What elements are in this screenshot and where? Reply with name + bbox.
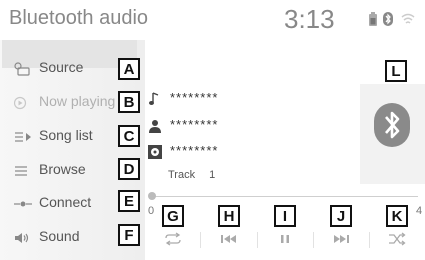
callout-a: A [118, 58, 140, 80]
next-track-icon[interactable] [331, 232, 351, 246]
callout-l: L [385, 60, 407, 82]
previous-track-icon[interactable] [219, 232, 239, 246]
sidebar-item-label: Sound [39, 228, 80, 244]
album-art [360, 84, 425, 184]
sidebar-item-now-playing[interactable]: Now playing [14, 91, 115, 115]
album-icon [148, 145, 162, 159]
track-label: Track [168, 169, 196, 181]
now-playing-icon [14, 96, 27, 110]
source-icon [14, 62, 30, 76]
divider [257, 232, 258, 248]
artist-name: ******** [170, 117, 219, 132]
callout-k: K [386, 205, 408, 227]
song-title: ******** [170, 90, 219, 105]
connect-icon [14, 201, 32, 207]
browse-icon [15, 166, 27, 176]
repeat-icon[interactable] [163, 232, 183, 246]
album-name: ******** [170, 143, 219, 158]
sidebar-item-label: Now playing [39, 93, 116, 109]
elapsed-time: 0 [148, 205, 155, 217]
callout-f: F [118, 224, 140, 246]
song-list-icon [15, 132, 31, 142]
callout-h: H [218, 205, 240, 227]
pause-icon[interactable] [275, 232, 295, 246]
progress-bar[interactable] [150, 196, 418, 197]
clock: 3:13 [284, 4, 335, 34]
battery-icon [369, 12, 377, 26]
sound-icon [15, 233, 29, 243]
callout-e: E [118, 190, 140, 212]
sidebar-item-source[interactable]: Source [14, 57, 109, 81]
signal-icon [401, 13, 415, 24]
bluetooth-icon [374, 103, 410, 147]
total-time: 4 [416, 205, 423, 217]
divider [200, 232, 201, 248]
sidebar-item-connect[interactable]: Connect [14, 192, 109, 216]
header: Bluetooth audio 3:13 [0, 0, 425, 40]
callout-i: I [274, 205, 296, 227]
sidebar-item-label: Connect [39, 194, 92, 210]
divider [313, 232, 314, 248]
callout-b: B [118, 91, 140, 113]
track-number: 1 [209, 169, 216, 181]
progress-knob[interactable] [148, 192, 156, 200]
callout-j: J [330, 205, 352, 227]
sidebar-item-label: Song list [39, 127, 93, 143]
divider [369, 232, 370, 248]
callout-c: C [118, 125, 140, 147]
artist-icon [149, 120, 161, 133]
callout-g: G [162, 205, 184, 227]
music-note-icon [149, 92, 159, 105]
track-info: Track 1 [168, 169, 229, 181]
sidebar-item-song-list[interactable]: Song list [14, 125, 109, 149]
sidebar-item-sound[interactable]: Sound [14, 226, 109, 250]
bluetooth-status-icon [383, 12, 393, 26]
bluetooth-audio-screen: Bluetooth audio 3:13 Source Now playing … [0, 0, 425, 260]
page-title: Bluetooth audio [9, 7, 149, 29]
sidebar-item-label: Source [39, 59, 84, 75]
callout-d: D [118, 158, 140, 180]
shuffle-icon[interactable] [387, 232, 407, 246]
sidebar-item-browse[interactable]: Browse [14, 159, 109, 183]
sidebar-item-label: Browse [39, 161, 86, 177]
